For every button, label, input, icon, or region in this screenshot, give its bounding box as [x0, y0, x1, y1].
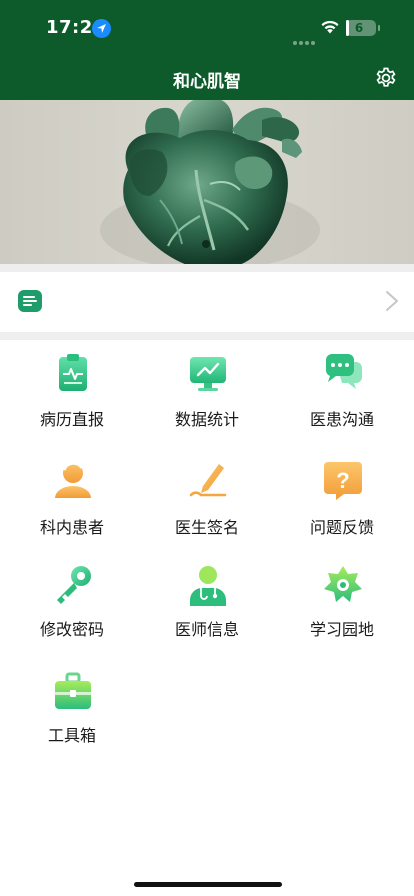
- gear-icon: [376, 67, 396, 87]
- status-bar: 17:20 6: [0, 0, 414, 55]
- chevron-right-icon: [386, 291, 398, 311]
- wifi-icon: [321, 20, 339, 34]
- menu-item-label: 医师信息: [174, 620, 239, 639]
- page-title: 和心肌智: [173, 72, 241, 92]
- banner-image[interactable]: [0, 100, 414, 264]
- menu-item-data-statistics[interactable]: 数据统计: [138, 340, 276, 440]
- notice-text: [56, 292, 366, 312]
- medical-record-icon: [59, 354, 87, 391]
- nav-bar: 和心肌智: [0, 55, 414, 100]
- menu-item-toolbox[interactable]: 工具箱: [3, 658, 141, 758]
- home-indicator[interactable]: [134, 882, 282, 887]
- svg-text:?: ?: [336, 468, 349, 493]
- flower-icon: [324, 566, 362, 602]
- key-icon: [57, 566, 91, 604]
- menu-item-learning-garden[interactable]: 学习园地: [273, 552, 411, 652]
- menu-item-label: 科内患者: [39, 518, 104, 537]
- menu-item-label: 学习园地: [309, 620, 374, 639]
- menu-item-label: 医患沟通: [309, 410, 374, 429]
- menu-item-doctor-signature[interactable]: 医生签名: [138, 446, 276, 546]
- menu-item-physician-info[interactable]: 医师信息: [138, 552, 276, 652]
- menu-item-label: 医生签名: [174, 518, 239, 537]
- section-divider: [0, 332, 414, 340]
- menu-item-label: 数据统计: [174, 410, 239, 429]
- battery-level-text: 6: [354, 21, 364, 35]
- menu-item-label: 病历直报: [39, 410, 104, 429]
- section-divider: [0, 264, 414, 272]
- monitor-chart-icon: [190, 357, 226, 391]
- menu-item-change-password[interactable]: 修改密码: [3, 552, 141, 652]
- notice-list-icon: [18, 290, 42, 312]
- signal-dots-icon: [293, 30, 317, 49]
- settings-button[interactable]: [374, 66, 398, 90]
- notice-row[interactable]: [0, 272, 414, 332]
- battery-charging-icon: 6: [346, 20, 376, 36]
- menu-item-department-patients[interactable]: 科内患者: [3, 446, 141, 546]
- menu-item-label: 修改密码: [39, 620, 104, 639]
- question-icon: ?: [324, 462, 362, 500]
- menu-item-medical-record[interactable]: 病历直报: [3, 340, 141, 440]
- location-arrow-icon: [92, 19, 111, 38]
- battery-cap: [378, 25, 380, 31]
- patient-icon: [55, 461, 91, 498]
- menu-item-label: 工具箱: [47, 726, 96, 745]
- menu-item-label: 问题反馈: [309, 518, 374, 537]
- doctor-icon: [190, 566, 226, 606]
- menu-item-feedback[interactable]: ? 问题反馈: [273, 446, 411, 546]
- heart-illustration: [100, 100, 320, 264]
- menu-item-doctor-patient-chat[interactable]: 医患沟通: [273, 340, 411, 440]
- chat-bubbles-icon: [325, 354, 362, 389]
- toolbox-icon: [55, 672, 91, 709]
- signature-pen-icon: [189, 464, 227, 497]
